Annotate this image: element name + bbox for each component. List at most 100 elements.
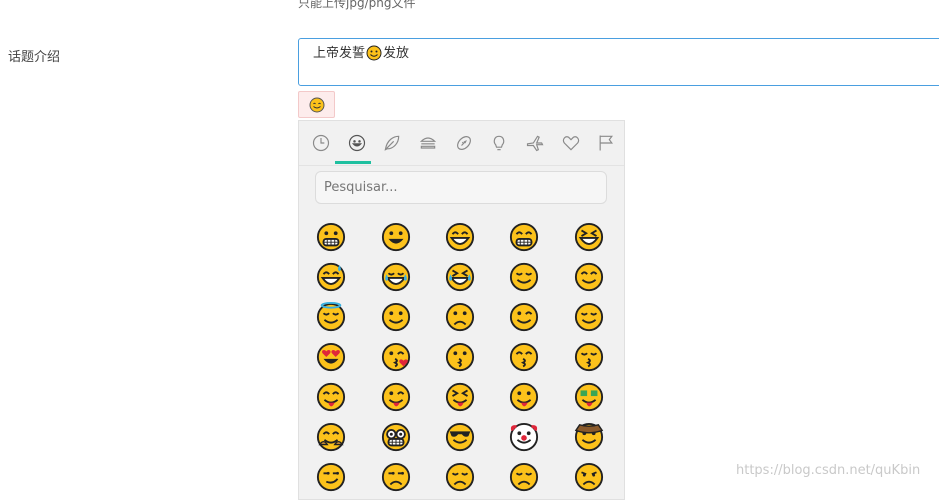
stuck-out-tongue-emoji-icon (510, 382, 539, 412)
emoji-smirk[interactable] (316, 462, 346, 492)
emoji-smile[interactable] (445, 222, 475, 252)
emoji-heart-eyes[interactable] (316, 342, 346, 372)
active-category-indicator (335, 161, 371, 164)
joy-emoji-icon (381, 262, 410, 292)
hugging-emoji-icon (317, 422, 346, 452)
flag-icon (599, 135, 614, 151)
tab-food[interactable] (410, 125, 446, 161)
emoji-worried[interactable] (574, 462, 604, 492)
nerd-emoji-icon (381, 422, 410, 452)
squinting-emoji-icon (574, 222, 603, 252)
kissing-smiling-emoji-icon (510, 342, 539, 372)
smile-emoji-icon (445, 222, 475, 252)
tab-nature[interactable] (374, 125, 410, 161)
kissing-emoji-icon (445, 342, 475, 372)
sweat-smile-emoji-icon (317, 262, 346, 292)
cowboy-emoji-icon (574, 422, 603, 452)
burger-icon (419, 137, 436, 149)
clown-emoji-icon (510, 422, 539, 452)
inline-smile-emoji-icon (366, 45, 382, 61)
tab-flags[interactable] (588, 125, 624, 161)
emoji-squinting[interactable] (574, 222, 604, 252)
emoji-slight-smile[interactable] (381, 302, 411, 332)
grimacing-emoji-icon (317, 222, 346, 252)
upload-hint: 只能上传jpg/png文件 (298, 0, 416, 10)
topic-intro-textarea[interactable]: 上帝发誓 发放 (298, 38, 939, 86)
football-icon (456, 136, 471, 150)
lightbulb-icon (493, 135, 505, 151)
emoji-relieved[interactable] (509, 262, 539, 292)
upside-down-emoji-icon (445, 302, 475, 332)
emoji-pensive[interactable] (509, 462, 539, 492)
emoji-sunglasses[interactable] (445, 422, 475, 452)
textarea-text-after: 发放 (383, 46, 410, 61)
emoji-grimacing[interactable] (316, 222, 346, 252)
emoji-beaming[interactable] (509, 222, 539, 252)
smile-emoji-icon (309, 97, 324, 112)
emoji-upside-down[interactable] (445, 302, 475, 332)
money-mouth-emoji-icon (574, 382, 603, 412)
emoji-toggle-button[interactable] (298, 91, 335, 118)
relieved-emoji-icon (510, 262, 539, 292)
tab-objects[interactable] (481, 125, 517, 161)
emoji-kissing-smiling[interactable] (509, 342, 539, 372)
worried-emoji-icon (574, 462, 603, 492)
emoji-kissing[interactable] (445, 342, 475, 372)
emoji-innocent[interactable] (316, 302, 346, 332)
emoji-grid (299, 217, 624, 497)
pensive-emoji-icon (510, 462, 539, 492)
smiley-icon (348, 134, 365, 152)
emoji-nerd[interactable] (381, 422, 411, 452)
emoji-picker (298, 120, 625, 500)
yum-emoji-icon (317, 382, 346, 412)
kissing-closed-emoji-icon (574, 342, 603, 372)
unamused-emoji-icon (381, 462, 410, 492)
emoji-yum[interactable] (316, 382, 346, 412)
heart-eyes-emoji-icon (317, 342, 346, 372)
emoji-stuck-out-tongue-wink[interactable] (381, 382, 411, 412)
watermark: https://blog.csdn.net/quKbin (736, 463, 921, 478)
emoji-kissing-heart[interactable] (381, 342, 411, 372)
blush-emoji-icon (574, 262, 603, 292)
stuck-out-tongue-wink-emoji-icon (381, 382, 410, 412)
tab-symbols[interactable] (553, 125, 589, 161)
emoji-stuck-out-tongue[interactable] (509, 382, 539, 412)
emoji-clown[interactable] (509, 422, 539, 452)
textarea-text-before: 上帝发誓 (313, 46, 366, 61)
rofl-emoji-icon (445, 262, 475, 292)
emoji-stuck-out-tongue-closed[interactable] (445, 382, 475, 412)
emoji-sweat-smile[interactable] (316, 262, 346, 292)
kissing-heart-emoji-icon (381, 342, 410, 372)
emoji-cowboy[interactable] (574, 422, 604, 452)
emoji-rofl[interactable] (445, 262, 475, 292)
smirk-emoji-icon (317, 462, 346, 492)
tab-travel[interactable] (517, 125, 553, 161)
tab-activities[interactable] (446, 125, 482, 161)
heart-icon (562, 136, 579, 151)
disappointed-emoji-icon (445, 462, 475, 492)
emoji-relieved-2[interactable] (574, 302, 604, 332)
emoji-search-input[interactable] (315, 171, 607, 204)
sunglasses-emoji-icon (445, 422, 475, 452)
relieved-2-emoji-icon (574, 302, 603, 332)
emoji-grinning[interactable] (381, 222, 411, 252)
emoji-kissing-closed[interactable] (574, 342, 604, 372)
emoji-disappointed[interactable] (445, 462, 475, 492)
emoji-wink[interactable] (509, 302, 539, 332)
wink-emoji-icon (510, 302, 539, 332)
emoji-blush[interactable] (574, 262, 604, 292)
emoji-money-mouth[interactable] (574, 382, 604, 412)
leaf-icon (384, 135, 400, 151)
stuck-out-tongue-closed-emoji-icon (445, 382, 475, 412)
emoji-hugging[interactable] (316, 422, 346, 452)
innocent-emoji-icon (317, 302, 346, 332)
tab-recent[interactable] (303, 125, 339, 161)
slight-smile-emoji-icon (381, 302, 410, 332)
emoji-category-bar (299, 121, 624, 166)
tab-smileys[interactable] (339, 125, 375, 161)
clock-icon (312, 134, 329, 152)
beaming-emoji-icon (510, 222, 539, 252)
emoji-unamused[interactable] (381, 462, 411, 492)
emoji-joy[interactable] (381, 262, 411, 292)
grinning-emoji-icon (381, 222, 410, 252)
